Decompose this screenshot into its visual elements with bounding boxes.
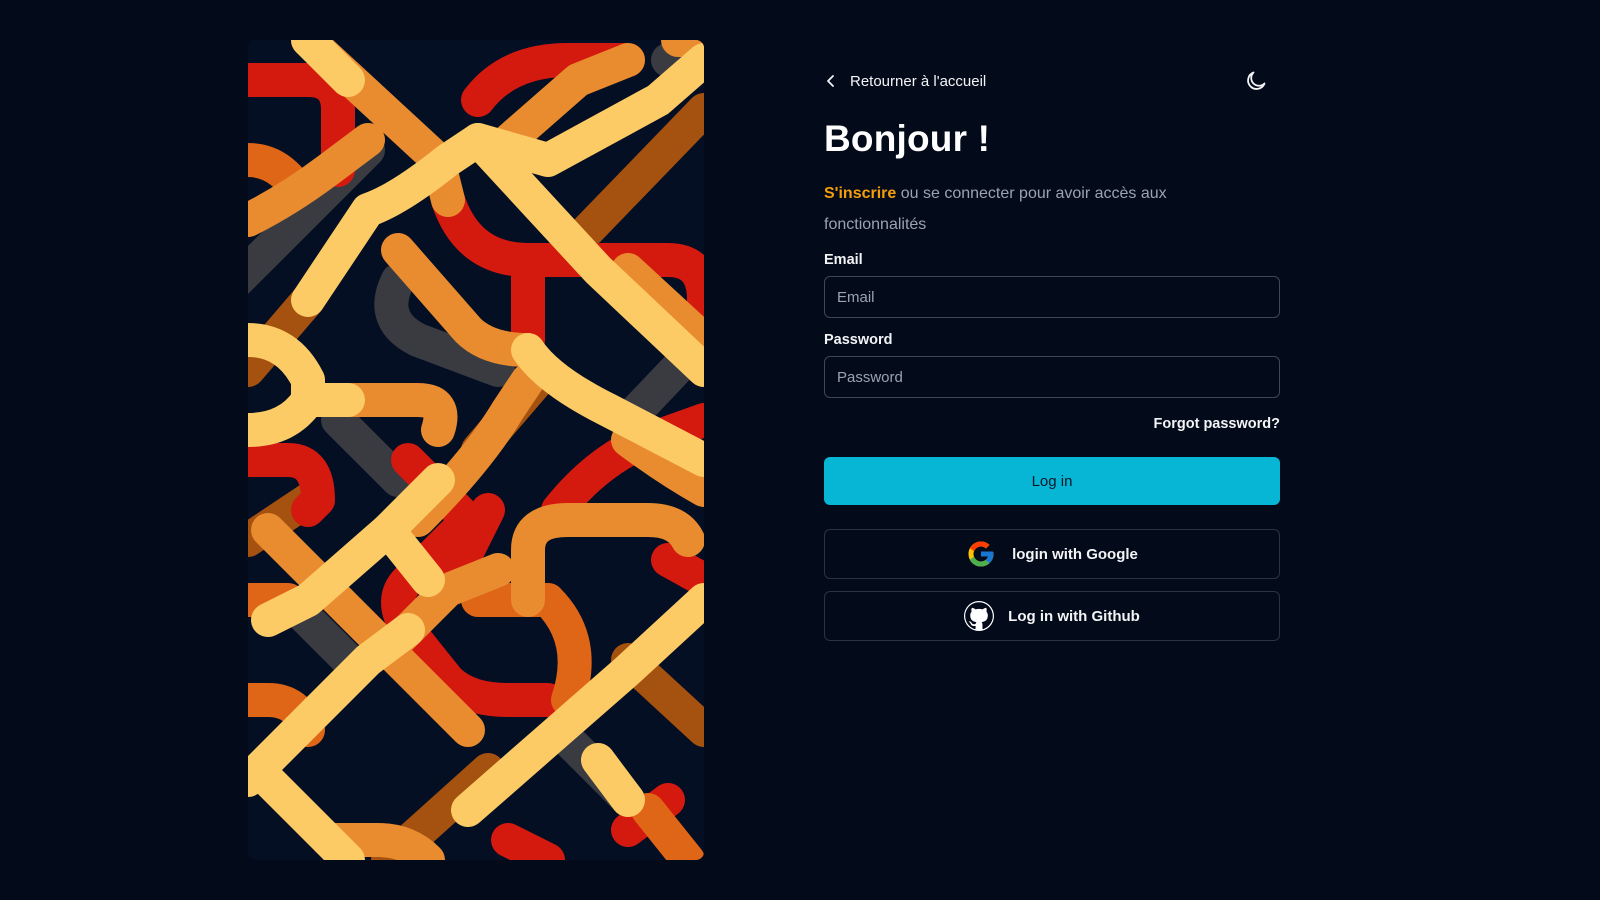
github-icon	[964, 601, 995, 631]
password-field[interactable]	[824, 356, 1280, 398]
top-bar: Retourner à l'accueil	[824, 40, 1280, 122]
google-login-button[interactable]: login with Google	[824, 529, 1280, 579]
moon-icon	[1247, 71, 1266, 90]
google-login-label: login with Google	[1012, 545, 1138, 563]
login-form-panel: Retourner à l'accueil Bonjour ! S'inscri…	[824, 40, 1280, 641]
back-to-home-link[interactable]: Retourner à l'accueil	[824, 73, 986, 90]
signup-link[interactable]: S'inscrire	[824, 185, 896, 202]
github-login-label: Log in with Github	[1008, 607, 1140, 625]
chevron-left-icon	[827, 75, 834, 87]
page-title: Bonjour !	[824, 118, 991, 159]
password-label: Password	[824, 332, 893, 348]
forgot-password-link[interactable]: Forgot password?	[1154, 416, 1280, 432]
back-link-label: Retourner à l'accueil	[850, 72, 987, 90]
decorative-pattern-image	[248, 40, 704, 860]
email-label: Email	[824, 252, 863, 268]
theme-toggle-button[interactable]	[1242, 67, 1270, 95]
login-button[interactable]: Log in	[824, 457, 1280, 505]
google-icon	[968, 541, 994, 567]
github-login-button[interactable]: Log in with Github	[824, 591, 1280, 641]
forgot-password-row: Forgot password?	[824, 415, 1280, 433]
page-subtitle: S'inscrire ou se connecter pour avoir ac…	[824, 178, 1204, 240]
email-field[interactable]	[824, 276, 1280, 318]
